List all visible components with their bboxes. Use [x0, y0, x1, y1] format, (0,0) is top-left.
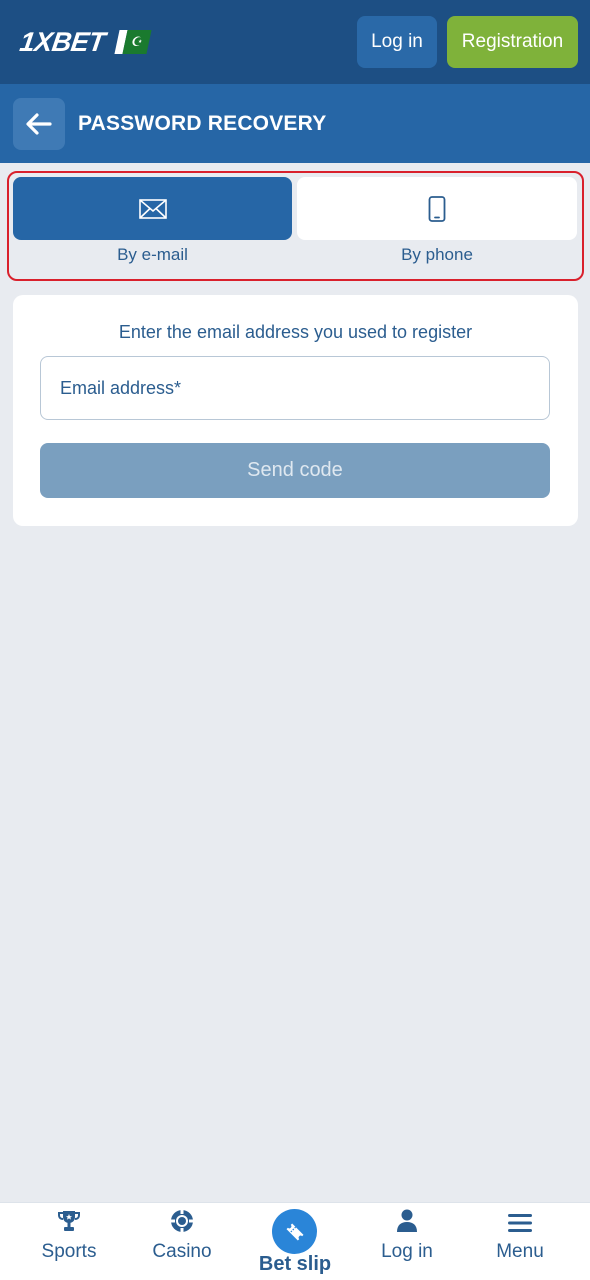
send-code-button[interactable]: Send code	[40, 443, 550, 498]
arrow-left-icon	[26, 112, 52, 135]
brand-logo[interactable]: 1XBET ☪	[17, 26, 152, 58]
casino-chip-icon	[171, 1210, 193, 1232]
nav-menu-label: Menu	[496, 1241, 544, 1262]
logo-text: 1XBET	[17, 26, 107, 57]
page-title-bar: PASSWORD RECOVERY	[0, 84, 590, 163]
nav-sports[interactable]: Sports	[24, 1203, 114, 1280]
tab-by-phone[interactable]	[297, 177, 577, 240]
back-button[interactable]	[13, 97, 65, 150]
top-header: 1XBET ☪ Log in Registration	[0, 0, 590, 84]
user-icon	[397, 1209, 417, 1232]
form-instruction: Enter the email address you used to regi…	[118, 322, 473, 342]
smartphone-icon	[428, 195, 446, 222]
header-login-button[interactable]: Log in	[357, 16, 437, 68]
tab-by-email[interactable]	[13, 177, 292, 240]
tab-by-phone-label[interactable]: By phone	[297, 245, 577, 265]
recovery-form-card: Enter the email address you used to regi…	[13, 295, 578, 526]
nav-bet-slip[interactable]: Bet slip	[249, 1203, 341, 1280]
header-actions: Log in Registration	[357, 16, 578, 68]
flag-crescent: ☪	[121, 30, 152, 54]
nav-casino-label: Casino	[152, 1241, 212, 1262]
ticket-icon	[286, 1223, 303, 1240]
nav-bet-slip-label: Bet slip	[258, 1253, 332, 1275]
nav-casino[interactable]: Casino	[137, 1203, 227, 1280]
page: 1XBET ☪ Log in Registration PASSWORD REC…	[0, 0, 590, 1280]
nav-login-label: Log in	[381, 1241, 433, 1262]
bottom-navigation: Sports Casino Bet slip Log in Menu	[0, 1202, 590, 1280]
email-input[interactable]: Email address*	[40, 356, 550, 420]
nav-login[interactable]: Log in	[362, 1203, 452, 1280]
page-title: PASSWORD RECOVERY	[78, 111, 327, 135]
envelope-icon	[138, 198, 167, 219]
tab-by-email-label[interactable]: By e-mail	[13, 245, 292, 265]
trophy-icon	[58, 1211, 80, 1231]
hamburger-menu-icon	[508, 1214, 532, 1232]
recovery-method-tabs: By e-mail By phone	[7, 171, 584, 281]
pakistan-flag-icon: ☪	[113, 30, 152, 54]
nav-sports-label: Sports	[41, 1241, 97, 1262]
registration-button[interactable]: Registration	[447, 16, 578, 68]
nav-menu[interactable]: Menu	[475, 1203, 565, 1280]
bet-slip-badge	[272, 1209, 317, 1254]
